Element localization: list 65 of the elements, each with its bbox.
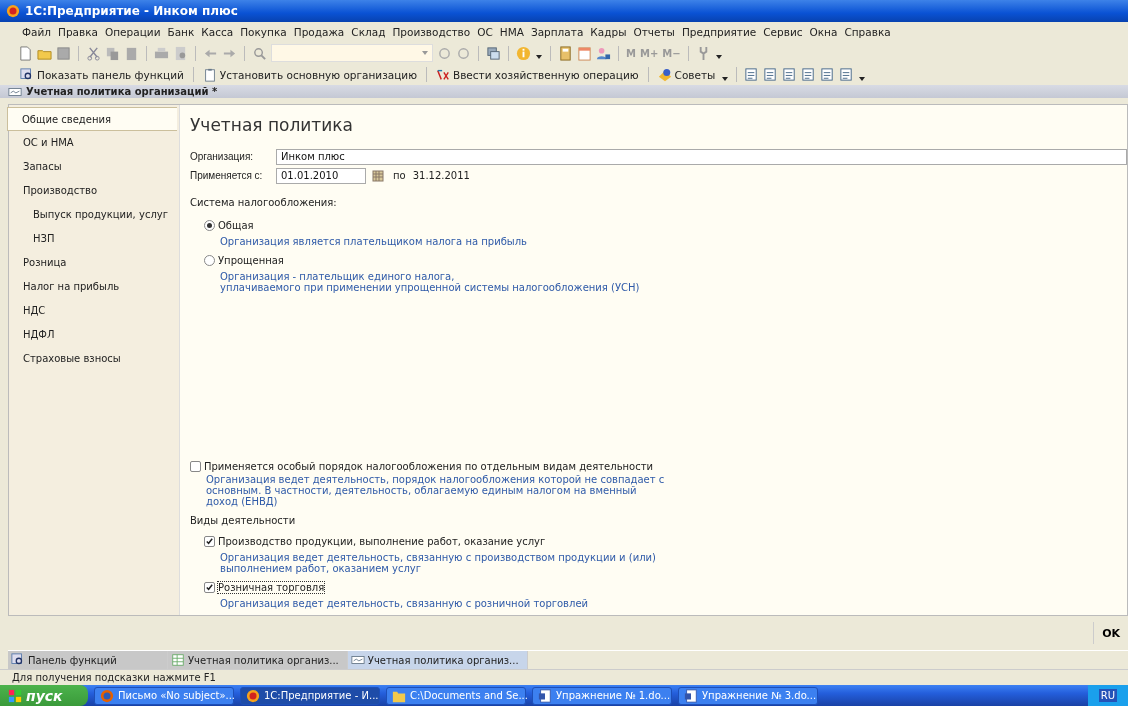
sidebar-item[interactable]: НЗП [9,227,179,251]
menu-item[interactable]: Производство [392,26,471,38]
menu-item[interactable]: Отчеты [633,26,675,38]
sidebar-item[interactable]: Налог на прибыль [9,275,179,299]
hint-text: Организация - плательщик единого налога, уплачиваемого при применении упрощенной системы налогообложения (УСН) [220,271,641,293]
hint-text: Организация ведет деятельность, связанную с розничной торговлей [220,598,590,609]
sidebar-item[interactable]: ОС и НМА [9,131,179,155]
end-date: 31.12.2011 [412,170,470,181]
group-label: Виды деятельности [190,515,297,526]
toolbar-button[interactable]: Ввести хозяйственную операцию [433,67,641,82]
sidebar-item[interactable]: НДФЛ [9,323,179,347]
checkbox-label: Применяется особый порядок налогообложения по отдельным видам деятельности [204,460,654,472]
menu-item[interactable]: Правка [58,26,98,38]
hint-text: Организация является плательщиком налога на прибыль [220,236,528,247]
hint-text: Организация ведет деятельность, порядок налогообложения которой не совпадает с основным. В частности, деятельность, облагаемую единым налогом на вменный доход (ЕНВД) [206,474,666,507]
toolbar-button[interactable]: Советы [655,67,718,82]
ok-button[interactable]: OK [1093,622,1128,644]
menu-item[interactable]: Продажа [293,26,345,38]
menu-item[interactable]: Справка [844,26,891,38]
status-text: Для получения подсказки нажмите F1 [12,672,216,683]
taskbar-button[interactable]: 1С:Предприятие - И... [240,686,380,705]
date-field[interactable]: 01.01.2010 [276,167,366,184]
checkbox-label: Розничная торговля [218,581,325,593]
hint-text: Организация ведет деятельность, связанную с производством продукции и (или) выполнением работ, оказанием услуг [220,552,657,574]
sidebar-item[interactable]: Розница [9,251,179,275]
menu-item[interactable]: Файл [22,26,51,38]
sidebar-item[interactable]: Запасы [9,155,179,179]
menu-item[interactable]: Операции [105,26,161,38]
organization-field[interactable]: Инком плюс [276,148,1127,165]
field-label: Применяется с: [190,170,264,181]
menu-item[interactable]: Зарплата [530,26,584,38]
menu-item[interactable]: Окна [809,26,838,38]
language-indicator[interactable]: RU [1098,689,1118,702]
menu-item[interactable]: ОС [477,26,493,38]
checkbox-label: Производство продукции, выполнение работ, оказание услуг [218,535,546,547]
sidebar-item[interactable]: Общие сведения [7,107,177,131]
menu-item[interactable]: Кадры [590,26,627,38]
sidebar-item[interactable]: Выпуск продукции, услуг [9,203,179,227]
document-title: Учетная политика организаций * [26,86,218,97]
form-heading: Учетная политика [190,115,354,135]
taskbar-button[interactable]: Упражнение № 3.do... [678,686,818,705]
radio-label: Общая [218,219,254,231]
window-tab[interactable]: Учетная политика организ... [347,651,528,669]
group-label: Система налогообложения: [190,197,338,208]
sidebar-item[interactable]: НДС [9,299,179,323]
menu-item[interactable]: Покупка [240,26,287,38]
menu-item[interactable]: Сервис [763,26,803,38]
window-tab[interactable]: Учетная политика организ... [168,651,348,669]
menu-item[interactable]: Склад [351,26,386,38]
taskbar-button[interactable]: Письмо «No subject»... [94,686,234,705]
toolbar-button[interactable]: Показать панель функций [18,67,186,82]
field-label: по [393,170,406,181]
menu-item[interactable]: Банк [167,26,195,38]
sidebar-item[interactable]: Страховые взносы [9,347,179,371]
sidebar-item[interactable]: Производство [9,179,179,203]
radio-label: Упрощенная [218,254,284,266]
menu-item[interactable]: Предприятие [681,26,757,38]
menu-item[interactable]: Касса [201,26,234,38]
field-label: Организация: [190,151,255,162]
menu-item[interactable]: НМА [499,26,524,38]
taskbar-button[interactable]: Упражнение № 1.do... [532,686,672,705]
toolbar-button[interactable]: Установить основную организацию [200,67,419,82]
taskbar-button[interactable]: C:\Documents and Se... [386,686,526,705]
window-tab[interactable]: Панель функций [8,651,168,669]
window-title: 1С:Предприятие - Инком плюс [25,4,238,18]
